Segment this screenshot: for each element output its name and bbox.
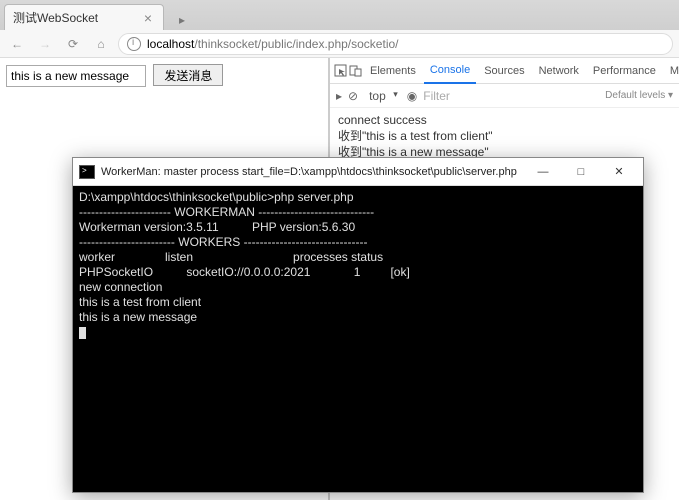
minimize-button[interactable]: — <box>525 161 561 183</box>
message-input[interactable] <box>6 65 146 87</box>
close-icon[interactable]: × <box>141 11 155 25</box>
new-tab-button[interactable]: ▸ <box>170 10 194 30</box>
maximize-button[interactable]: □ <box>563 161 599 183</box>
filter-input[interactable]: Filter <box>423 89 599 103</box>
reload-button[interactable]: ⟳ <box>62 33 84 55</box>
terminal-window[interactable]: WorkerMan: master process start_file=D:\… <box>72 157 644 493</box>
address-bar: ← → ⟳ ⌂ localhost/thinksocket/public/ind… <box>0 30 679 58</box>
url-path: /thinksocket/public/index.php/socketio/ <box>194 37 398 51</box>
terminal-line: Workerman version:3.5.11 PHP version:5.6… <box>79 220 355 234</box>
forward-button[interactable]: → <box>34 33 56 55</box>
terminal-body[interactable]: D:\xampp\htdocs\thinksocket\public>php s… <box>73 186 643 492</box>
url-input[interactable]: localhost/thinksocket/public/index.php/s… <box>118 33 673 55</box>
url-host: localhost <box>147 37 194 51</box>
clear-console-icon[interactable]: ⊘ <box>348 89 358 103</box>
device-icon[interactable] <box>349 61 362 81</box>
cmd-icon <box>79 165 95 179</box>
terminal-line: worker listen processes status <box>79 250 383 264</box>
terminal-line: ----------------------- WORKERMAN ------… <box>79 205 374 219</box>
close-button[interactable]: ✕ <box>601 161 637 183</box>
tab-elements[interactable]: Elements <box>364 58 422 84</box>
terminal-line: PHPSocketIO socketIO://0.0.0.0:2021 1 [o… <box>79 265 410 279</box>
log-levels-select[interactable]: Default levels ▾ <box>605 90 673 101</box>
tab-network[interactable]: Network <box>533 58 585 84</box>
terminal-line: this is a test from client <box>79 295 201 309</box>
sidebar-toggle-icon[interactable]: ▸ <box>336 89 342 103</box>
terminal-cursor <box>79 327 86 339</box>
devtools-toolbar: ▸ ⊘ top ◉ Filter Default levels ▾ <box>330 84 679 108</box>
back-button[interactable]: ← <box>6 33 28 55</box>
terminal-line: this is a new message <box>79 310 197 324</box>
tab-performance[interactable]: Performance <box>587 58 662 84</box>
tab-sources[interactable]: Sources <box>478 58 530 84</box>
inspect-icon[interactable] <box>334 61 347 81</box>
terminal-titlebar[interactable]: WorkerMan: master process start_file=D:\… <box>73 158 643 186</box>
devtools-tab-row: Elements Console Sources Network Perform… <box>330 58 679 84</box>
tab-console[interactable]: Console <box>424 58 476 84</box>
browser-tab[interactable]: 测试WebSocket × <box>4 4 164 30</box>
browser-tab-bar: 测试WebSocket × ▸ <box>0 0 679 30</box>
home-button[interactable]: ⌂ <box>90 33 112 55</box>
send-button[interactable]: 发送消息 <box>153 64 223 86</box>
terminal-line: new connection <box>79 280 162 294</box>
terminal-line: ------------------------ WORKERS -------… <box>79 235 367 249</box>
console-line: 收到"this is a test from client" <box>338 128 671 144</box>
terminal-line: D:\xampp\htdocs\thinksocket\public>php s… <box>79 190 354 204</box>
tab-memory[interactable]: Memory <box>664 58 679 84</box>
terminal-title: WorkerMan: master process start_file=D:\… <box>101 166 525 178</box>
tab-title: 测试WebSocket <box>13 9 137 26</box>
eye-icon[interactable]: ◉ <box>407 89 417 103</box>
context-select[interactable]: top <box>364 88 401 104</box>
window-buttons: — □ ✕ <box>525 161 637 183</box>
info-icon[interactable] <box>127 37 141 51</box>
console-line: connect success <box>338 112 671 128</box>
